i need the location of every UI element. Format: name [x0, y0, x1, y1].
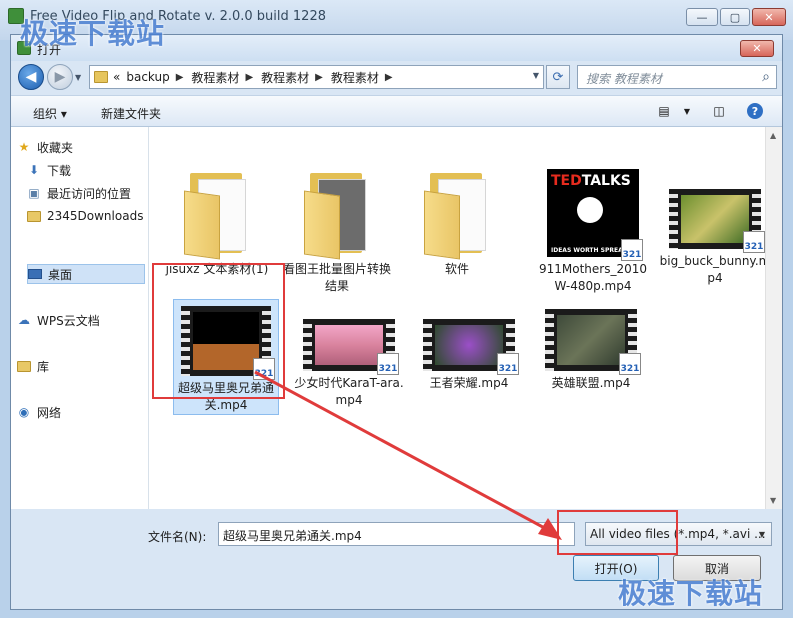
address-dropdown-icon[interactable]: ▼ — [533, 71, 539, 80]
desktop-icon — [28, 269, 42, 279]
sidebar-item-label: 2345Downloads — [47, 209, 144, 223]
file-item-league-of-legends-video[interactable]: 321 英雄联盟.mp4 — [535, 309, 647, 392]
breadcrumb-separator-icon[interactable]: ▶ — [176, 72, 184, 83]
media-player-badge-icon: 321 — [619, 353, 641, 375]
back-button[interactable]: ◀ — [18, 64, 44, 90]
breadcrumb-backup[interactable]: backup — [126, 70, 169, 84]
file-item-label: 软件 — [444, 262, 469, 276]
library-icon — [17, 360, 31, 372]
file-item-big-buck-bunny-video[interactable]: 321 big_buck_bunny.mp4 — [659, 189, 771, 287]
sidebar-item-favorites[interactable]: ★ 收藏夹 — [17, 137, 145, 157]
recent-icon: ▣ — [28, 186, 40, 200]
dialog-close-button[interactable]: ✕ — [740, 40, 774, 57]
media-player-badge-icon: 321 — [497, 353, 519, 375]
forward-button[interactable]: ▶ — [47, 64, 73, 90]
preview-pane-icon[interactable]: ◫ — [711, 103, 727, 119]
file-item-girls-generation-video[interactable]: 321 少女时代KaraT-ara.mp4 — [293, 319, 405, 409]
search-placeholder: 搜索 教程素材 — [586, 72, 662, 86]
sidebar-item-network[interactable]: ◉ 网络 — [17, 402, 145, 422]
video-thumbnail: 321 — [669, 189, 765, 253]
sidebar-item-label: 库 — [37, 359, 50, 374]
lightbulb-icon — [577, 197, 603, 223]
navigation-pane: ★ 收藏夹 ⬇ 下载 ▣ 最近访问的位置 2345Downloads 桌面 ☁ — [11, 127, 149, 509]
download-icon: ⬇ — [28, 163, 40, 177]
sidebar-item-2345downloads[interactable]: 2345Downloads — [27, 206, 149, 226]
star-icon: ★ — [18, 140, 30, 154]
toolbar: 组织 ▾ 新建文件夹 ▤ ▼ ◫ ? — [11, 95, 782, 127]
breadcrumb-folder-1[interactable]: 教程素材 — [191, 69, 239, 86]
watermark-bottom: 极速下载站 — [618, 577, 764, 610]
sidebar-item-label: 网络 — [37, 405, 62, 420]
file-item-label: big_buck_bunny.mp4 — [659, 254, 771, 285]
file-item-label: 少女时代KaraT-ara.mp4 — [294, 376, 404, 407]
refresh-button[interactable]: ⟳ — [546, 65, 570, 89]
video-thumbnail: 321 — [545, 309, 641, 375]
sidebar-item-label: 下载 — [47, 163, 72, 178]
minimize-button[interactable]: — — [686, 8, 718, 26]
maximize-button[interactable]: ▢ — [720, 8, 750, 26]
new-folder-button[interactable]: 新建文件夹 — [101, 105, 161, 122]
folder-icon — [424, 169, 490, 260]
chevron-down-icon: ▼ — [758, 530, 765, 539]
file-item-911mothers-video[interactable]: TEDTALKS IDEAS WORTH SPREADING 321 911Mo… — [537, 169, 649, 295]
sidebar-item-downloads[interactable]: ⬇ 下载 — [27, 160, 155, 180]
video-thumbnail: 321 — [423, 319, 519, 375]
folder-icon — [304, 169, 370, 260]
file-item-software-folder[interactable]: 软件 — [401, 169, 513, 278]
file-item-label: 911Mothers_2010W-480p.mp4 — [538, 262, 648, 293]
breadcrumb-folder-3[interactable]: 教程素材 — [331, 69, 379, 86]
file-item-honor-of-kings-video[interactable]: 321 王者荣耀.mp4 — [413, 319, 525, 392]
navigation-bar: ◀ ▶ ▼ « backup ▶ 教程素材 ▶ 教程素材 ▶ 教程素材 ▶ ▼ … — [11, 61, 782, 95]
folder-icon — [27, 210, 41, 222]
scroll-down-icon[interactable]: ▼ — [770, 496, 776, 505]
network-icon: ◉ — [18, 405, 30, 419]
file-browser: ★ 收藏夹 ⬇ 下载 ▣ 最近访问的位置 2345Downloads 桌面 ☁ — [11, 127, 782, 509]
breadcrumb-separator-icon[interactable]: ▶ — [245, 72, 253, 83]
sidebar-item-label: WPS云文档 — [37, 313, 100, 328]
media-player-badge-icon: 321 — [377, 353, 399, 375]
organize-button[interactable]: 组织 ▾ — [33, 105, 67, 122]
filename-input[interactable]: 超级马里奥兄弟通关.mp4 — [218, 522, 575, 546]
sidebar-item-recent[interactable]: ▣ 最近访问的位置 — [27, 183, 151, 203]
file-list-scrollbar[interactable]: ▲ ▼ — [765, 127, 782, 509]
address-overflow-chevron[interactable]: « — [113, 70, 120, 84]
sidebar-item-label: 桌面 — [48, 267, 73, 282]
ted-logo: TEDTALKS — [551, 173, 631, 189]
file-item-label: 英雄联盟.mp4 — [551, 376, 631, 390]
sidebar-item-label: 收藏夹 — [37, 140, 74, 155]
file-item-jisuxz-folder[interactable]: jisuxz 文本素材(1) — [161, 169, 273, 278]
app-close-button[interactable]: ✕ — [752, 8, 786, 26]
view-options-icon[interactable]: ▤ — [656, 103, 672, 119]
search-icon[interactable]: ⌕ — [762, 69, 770, 85]
video-thumbnail: 321 — [303, 319, 399, 375]
media-player-badge-icon: 321 — [743, 231, 765, 253]
sidebar-item-wps-cloud[interactable]: ☁ WPS云文档 — [17, 310, 145, 330]
breadcrumb-folder-2[interactable]: 教程素材 — [261, 69, 309, 86]
filename-label: 文件名(N): — [148, 530, 207, 544]
file-item-kantuwang-folder[interactable]: 看图王批量图片转换结果 — [281, 169, 393, 295]
help-icon[interactable]: ? — [747, 103, 763, 119]
selected-file-highlight — [152, 263, 285, 399]
address-bar[interactable]: « backup ▶ 教程素材 ▶ 教程素材 ▶ 教程素材 ▶ ▼ — [89, 65, 544, 89]
breadcrumb-separator-icon[interactable]: ▶ — [385, 72, 393, 83]
cloud-icon: ☁ — [18, 313, 30, 327]
watermark-top: 极速下载站 — [20, 17, 166, 50]
sidebar-item-desktop[interactable]: 桌面 — [27, 264, 145, 284]
folder-icon — [184, 169, 250, 260]
view-dropdown-icon[interactable]: ▼ — [679, 103, 695, 119]
search-input[interactable]: 搜索 教程素材 ⌕ — [577, 65, 777, 89]
sidebar-item-library[interactable]: 库 — [17, 356, 145, 376]
file-item-label: 王者荣耀.mp4 — [429, 376, 509, 390]
video-thumbnail: TEDTALKS IDEAS WORTH SPREADING 321 — [547, 169, 643, 261]
scroll-up-icon[interactable]: ▲ — [770, 131, 776, 140]
open-button-highlight — [557, 510, 678, 555]
media-player-badge-icon: 321 — [621, 239, 643, 261]
file-item-label: 看图王批量图片转换结果 — [282, 262, 391, 293]
recent-pages-dropdown[interactable]: ▼ — [75, 73, 81, 82]
breadcrumb-separator-icon[interactable]: ▶ — [315, 72, 323, 83]
sidebar-item-label: 最近访问的位置 — [47, 186, 132, 201]
folder-icon — [94, 71, 108, 83]
